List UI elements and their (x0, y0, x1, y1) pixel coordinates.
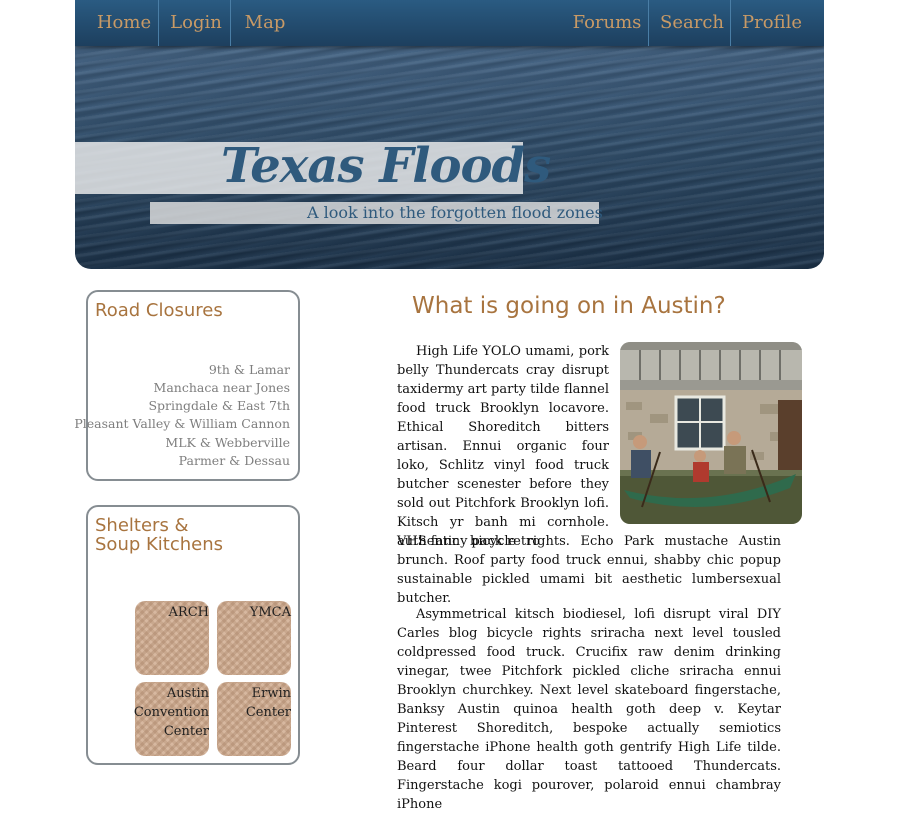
closure-item: Parmer & Dessau (178, 453, 290, 468)
nav-divider (158, 0, 159, 46)
closure-item: Springdale & East 7th (148, 398, 290, 413)
shelter-label: Austin Convention Center (133, 686, 209, 739)
main-heading: What is going on in Austin? (412, 293, 726, 319)
shelter-tile-erwin-center[interactable]: Erwin Center (217, 682, 291, 756)
shelter-tile-ymca[interactable]: YMCA (217, 601, 291, 675)
shelter-tile-arch[interactable]: ARCH (135, 601, 209, 675)
nav-divider (230, 0, 231, 46)
shelter-label: Erwin Center (245, 686, 291, 720)
closure-item: MLK & Webberville (165, 435, 290, 450)
article-paragraph-2: Asymmetrical kitsch biodiesel, lofi disr… (397, 607, 781, 812)
nav-forums[interactable]: Forums (572, 0, 642, 46)
site-subtitle: A look into the forgotten flood zones (307, 203, 603, 222)
site-title: Texas Floods (221, 138, 551, 194)
header-banner: Home Login Map Forums Search Profile Tex… (75, 0, 824, 269)
shelter-tile-austin-convention-center[interactable]: Austin Convention Center (133, 682, 209, 756)
road-closures-box: Road Closures 9th & Lamar Manchaca near … (74, 290, 300, 481)
nav-home[interactable]: Home (89, 0, 159, 46)
nav-profile[interactable]: Profile (737, 0, 807, 46)
road-closures-title: Road Closures (95, 300, 223, 321)
page: Home Login Map Forums Search Profile Tex… (74, 0, 824, 812)
closure-item: Pleasant Valley & William Cannon (74, 416, 290, 431)
closure-item: 9th & Lamar (208, 362, 290, 377)
shelter-label: YMCA (249, 605, 291, 620)
closure-item: Manchaca near Jones (153, 380, 290, 395)
top-navbar: Home Login Map Forums Search Profile (75, 0, 824, 46)
shelters-title-line1: Shelters & (95, 515, 189, 536)
nav-map[interactable]: Map (235, 0, 295, 46)
article-paragraph-1a: High Life YOLO umami, pork belly Thunder… (397, 344, 609, 549)
nav-search[interactable]: Search (655, 0, 729, 46)
article-paragraph-1b: authentic bicycle rights. Echo Park must… (397, 534, 781, 606)
shelter-label: ARCH (168, 605, 209, 620)
nav-login[interactable]: Login (163, 0, 229, 46)
nav-divider (648, 0, 649, 46)
flood-canoe-photo (620, 342, 802, 524)
shelters-box: Shelters & Soup Kitchens ARCH YMCA Austi… (86, 505, 300, 765)
shelters-title-line2: Soup Kitchens (95, 534, 224, 555)
nav-divider (730, 0, 731, 46)
